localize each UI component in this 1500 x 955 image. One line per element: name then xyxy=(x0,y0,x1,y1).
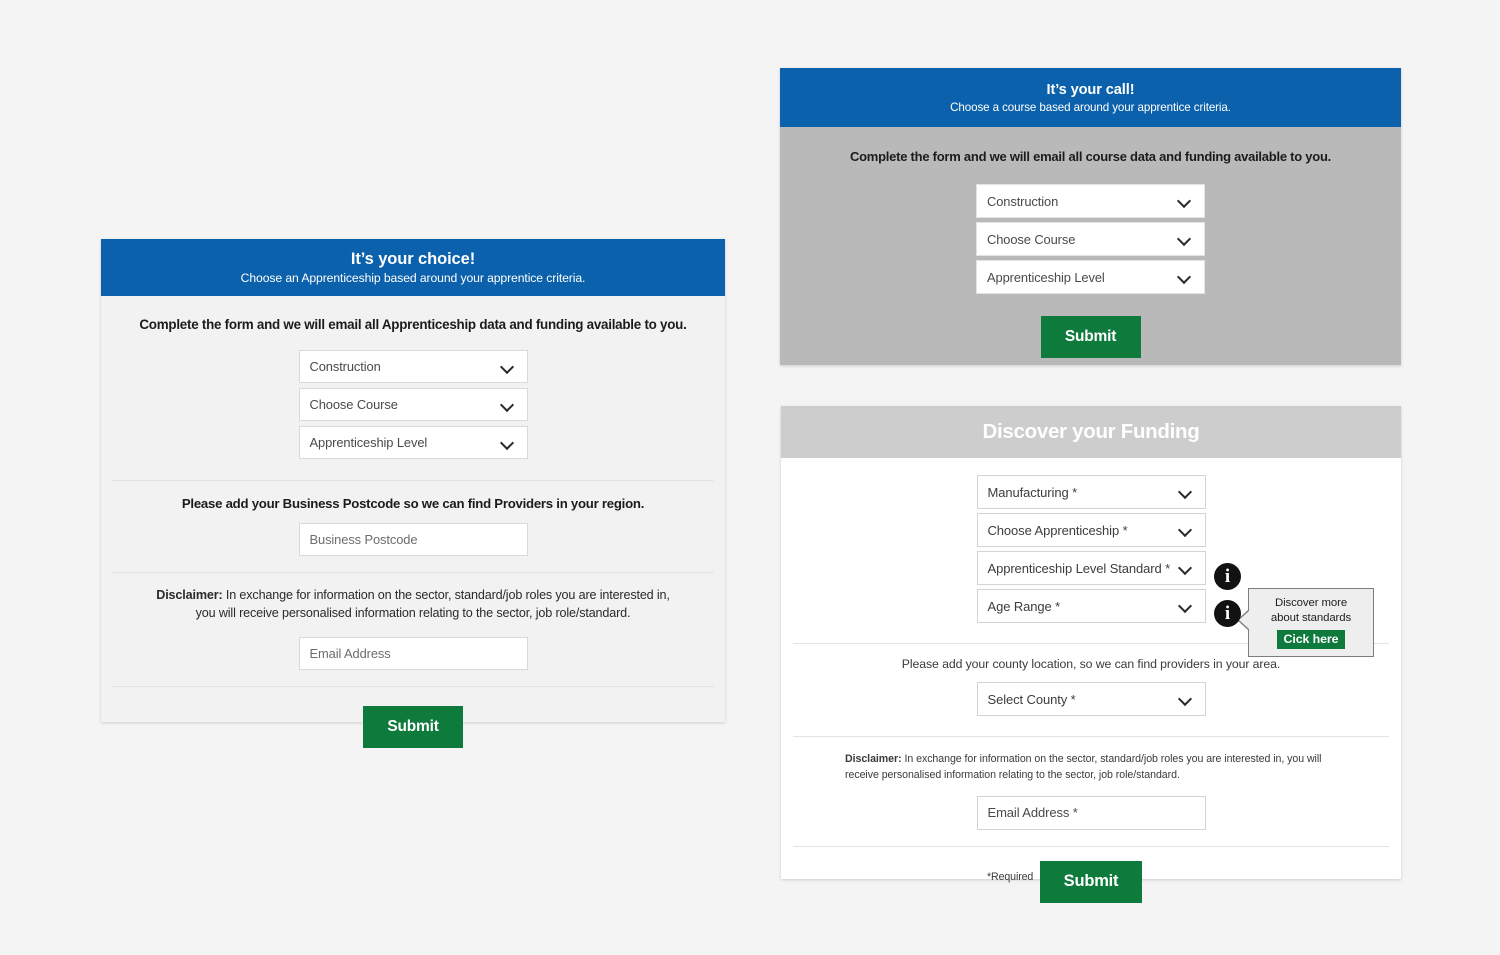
funding-submit-button[interactable]: Submit xyxy=(1040,860,1142,903)
funding-sector-select-row: Manufacturing * xyxy=(793,475,1389,513)
funding-county-select-row: Select County * xyxy=(793,682,1389,720)
call-course-select[interactable]: Choose Course xyxy=(976,222,1205,256)
funding-email-placeholder: Email Address * xyxy=(987,805,1078,821)
standards-tooltip: Discover more about standards Cick here xyxy=(1237,588,1374,658)
call-sector-select-row: Construction xyxy=(780,184,1401,222)
card-its-your-call: It’s your call! Choose a course based ar… xyxy=(780,68,1401,365)
tooltip-click-here-button[interactable]: Cick here xyxy=(1276,630,1346,650)
choice-submit-row: Submit xyxy=(112,687,714,748)
choice-disclaimer-label: Disclaimer: xyxy=(156,588,223,602)
funding-email-input[interactable]: Email Address * xyxy=(976,795,1206,830)
chevron-down-icon xyxy=(501,436,515,450)
chevron-down-icon xyxy=(501,398,515,412)
funding-sector-select[interactable]: Manufacturing * xyxy=(976,475,1206,509)
choice-submit-button[interactable]: Submit xyxy=(363,705,463,748)
call-level-select[interactable]: Apprenticeship Level xyxy=(976,260,1205,294)
funding-sector-select-value: Manufacturing * xyxy=(987,484,1078,500)
choice-course-select-row: Choose Course xyxy=(112,388,714,426)
choice-card-body: Complete the form and we will email all … xyxy=(101,296,725,748)
choice-level-select-value: Apprenticeship Level xyxy=(309,435,428,450)
choice-sector-select[interactable]: Construction xyxy=(298,350,528,383)
funding-email-row: Email Address * xyxy=(793,795,1389,830)
chevron-down-icon xyxy=(1179,692,1193,706)
funding-disclaimer-text: In exchange for information on the secto… xyxy=(845,753,1322,782)
choice-card-title: It’s your choice! xyxy=(350,249,476,268)
chevron-down-icon xyxy=(1179,523,1193,537)
funding-age-range-select[interactable]: Age Range * xyxy=(976,589,1206,623)
choice-disclaimer: Disclaimer: In exchange for information … xyxy=(112,573,714,637)
choice-postcode-input[interactable]: Business Postcode xyxy=(298,523,528,556)
choice-email-input[interactable]: Email Address xyxy=(298,636,528,670)
funding-disclaimer-label: Disclaimer: xyxy=(845,753,902,765)
funding-level-select-row: Apprenticeship Level Standard * xyxy=(793,551,1389,589)
funding-card-header: Discover your Funding xyxy=(781,406,1401,458)
choice-email-row: Email Address xyxy=(112,636,714,670)
call-level-select-value: Apprenticeship Level xyxy=(987,269,1105,285)
choice-sector-select-value: Construction xyxy=(309,359,381,374)
info-icon-standards[interactable]: i xyxy=(1214,600,1241,627)
call-level-select-row: Apprenticeship Level xyxy=(780,260,1401,298)
choice-course-select[interactable]: Choose Course xyxy=(298,388,528,421)
funding-submit-row: *Required Submit xyxy=(793,847,1389,903)
choice-sector-select-row: Construction xyxy=(112,350,714,388)
choice-card-subtitle: Choose an Apprenticeship based around yo… xyxy=(240,271,586,286)
funding-apprenticeship-select-row: Choose Apprenticeship * xyxy=(793,513,1389,551)
chevron-down-icon xyxy=(1178,232,1192,246)
choice-level-select-row: Apprenticeship Level xyxy=(112,426,714,464)
funding-card-title: Discover your Funding xyxy=(982,420,1200,443)
call-sector-select-value: Construction xyxy=(987,193,1059,209)
call-submit-button[interactable]: Submit xyxy=(1040,316,1141,358)
choice-email-placeholder: Email Address xyxy=(309,645,391,661)
tooltip-text-line-2: about standards xyxy=(1270,611,1352,624)
funding-card-body: Manufacturing * Choose Apprenticeship * … xyxy=(781,458,1401,903)
choice-card-header: It’s your choice! Choose an Apprenticesh… xyxy=(101,239,725,296)
funding-age-range-select-value: Age Range * xyxy=(987,598,1061,614)
chevron-down-icon xyxy=(1179,561,1193,575)
call-submit-row: Submit xyxy=(780,298,1401,358)
call-card-body: Complete the form and we will email all … xyxy=(780,127,1401,358)
choice-lead-text: Complete the form and we will email all … xyxy=(139,317,687,332)
card-discover-your-funding: Discover your Funding Manufacturing * Ch… xyxy=(781,406,1401,903)
call-card-header: It’s your call! Choose a course based ar… xyxy=(780,68,1401,127)
funding-county-select-value: Select County * xyxy=(987,691,1076,707)
choice-course-select-value: Choose Course xyxy=(309,397,398,412)
choice-level-select[interactable]: Apprenticeship Level xyxy=(298,426,528,459)
chevron-down-icon xyxy=(1178,194,1192,208)
funding-apprenticeship-select[interactable]: Choose Apprenticeship * xyxy=(976,513,1206,547)
call-course-select-row: Choose Course xyxy=(780,222,1401,260)
choice-postcode-label: Please add your Business Postcode so we … xyxy=(181,496,645,511)
choice-disclaimer-text: In exchange for information on the secto… xyxy=(195,588,670,620)
chevron-down-icon xyxy=(1178,270,1192,284)
chevron-down-icon xyxy=(1179,485,1193,499)
funding-county-select[interactable]: Select County * xyxy=(976,682,1206,716)
call-course-select-value: Choose Course xyxy=(987,231,1076,247)
call-lead-text: Complete the form and we will email all … xyxy=(849,149,1332,164)
chevron-down-icon xyxy=(501,360,515,374)
info-icon-apprenticeship[interactable]: i xyxy=(1214,563,1241,590)
funding-disclaimer: Disclaimer: In exchange for information … xyxy=(793,737,1389,796)
choice-postcode-placeholder: Business Postcode xyxy=(309,532,418,547)
chevron-down-icon xyxy=(1179,599,1193,613)
card-its-your-choice: It’s your choice! Choose an Apprenticesh… xyxy=(101,239,725,748)
funding-level-standard-select-value: Apprenticeship Level Standard * xyxy=(987,560,1171,576)
call-sector-select[interactable]: Construction xyxy=(976,184,1205,218)
tooltip-text-line-1: Discover more xyxy=(1274,597,1348,609)
call-card-subtitle: Choose a course based around your appren… xyxy=(950,100,1231,114)
call-card-title: It’s your call! xyxy=(1046,81,1135,98)
funding-required-note: *Required xyxy=(987,870,1034,883)
funding-level-standard-select[interactable]: Apprenticeship Level Standard * xyxy=(976,551,1206,585)
funding-apprenticeship-select-value: Choose Apprenticeship * xyxy=(987,522,1128,538)
choice-postcode-row: Business Postcode xyxy=(112,523,714,556)
